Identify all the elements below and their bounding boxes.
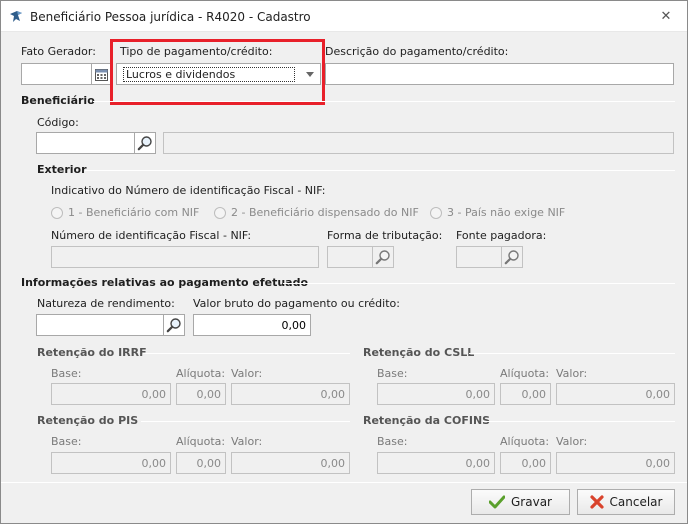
window-title: Beneficiário Pessoa jurídica - R4020 - C… [30, 10, 311, 24]
close-icon[interactable]: ✕ [656, 8, 676, 26]
natureza-search-button[interactable] [163, 314, 185, 336]
divider [483, 421, 675, 422]
forma-tributacao-search-button [372, 246, 394, 268]
pis-aliquota-label: Alíquota: [176, 435, 226, 448]
save-button-label: Gravar [511, 495, 552, 509]
search-icon [166, 318, 181, 333]
radio-nif-2[interactable]: 2 - Beneficiário dispensado do NIF [214, 206, 419, 219]
radio-circle[interactable] [214, 206, 226, 219]
divider [93, 101, 675, 102]
divider [85, 170, 675, 171]
nif-label: Número de identificação Fiscal - NIF: [51, 229, 252, 242]
divider [469, 353, 675, 354]
cofins-aliquota-label: Alíquota: [500, 435, 550, 448]
divider [143, 353, 350, 354]
cofins-base-input [377, 452, 495, 474]
calendar-button[interactable] [91, 63, 111, 85]
pagamento-section-title: Informações relativas ao pagamento efetu… [21, 276, 309, 289]
cancel-button-label: Cancelar [609, 495, 663, 509]
radio-circle[interactable] [430, 206, 442, 219]
irrf-valor-input [231, 383, 350, 405]
csll-aliquota-label: Alíquota: [500, 367, 550, 380]
save-button[interactable]: Gravar [471, 489, 570, 515]
beneficiario-section-title: Beneficiário [21, 94, 95, 107]
natureza-label: Natureza de rendimento: [37, 297, 175, 310]
pis-valor-label: Valor: [231, 435, 263, 448]
close-icon [589, 495, 604, 509]
title-bar: Beneficiário Pessoa jurídica - R4020 - C… [1, 1, 687, 32]
exterior-section-title: Exterior [37, 163, 87, 176]
fato-gerador-label: Fato Gerador: [21, 45, 96, 58]
codigo-search-button[interactable] [134, 132, 156, 154]
search-icon [504, 250, 519, 265]
forma-tributacao-label: Forma de tributação: [327, 229, 443, 242]
valor-bruto-input[interactable] [193, 314, 311, 336]
descricao-label: Descrição do pagamento/crédito: [325, 45, 509, 58]
irrf-section-title: Retenção do IRRF [37, 346, 147, 359]
radio-circle[interactable] [51, 206, 63, 219]
cofins-valor-input [556, 452, 675, 474]
nif-input [51, 246, 319, 268]
nif-indicativo-label: Indicativo do Número de identificação Fi… [51, 184, 326, 197]
radio-label: 1 - Beneficiário com NIF [68, 206, 200, 219]
search-icon [137, 136, 152, 151]
csll-valor-label: Valor: [556, 367, 588, 380]
divider [283, 283, 675, 284]
checkmark-icon [489, 495, 505, 509]
irrf-base-label: Base: [51, 367, 82, 380]
dialog-window: Beneficiário Pessoa jurídica - R4020 - C… [0, 0, 688, 524]
csll-base-input [377, 383, 495, 405]
codigo-input[interactable] [36, 132, 136, 154]
cofins-base-label: Base: [377, 435, 408, 448]
csll-section-title: Retenção do CSLL [363, 346, 475, 359]
pis-valor-input [231, 452, 350, 474]
search-icon [375, 250, 390, 265]
radio-label: 3 - País não exige NIF [447, 206, 566, 219]
cofins-section-title: Retenção da COFINS [363, 414, 491, 427]
natureza-input[interactable] [36, 314, 165, 336]
radio-nif-3[interactable]: 3 - País não exige NIF [430, 206, 565, 219]
fonte-pagadora-label: Fonte pagadora: [456, 229, 547, 242]
irrf-base-input [51, 383, 171, 405]
csll-valor-input [556, 383, 675, 405]
pis-base-input [51, 452, 171, 474]
radio-label: 2 - Beneficiário dispensado do NIF [231, 206, 419, 219]
beneficiario-nome-field [163, 132, 674, 154]
app-logo-icon [10, 11, 22, 22]
fonte-pagadora-input [456, 246, 503, 268]
valor-bruto-label: Valor bruto do pagamento ou crédito: [193, 297, 400, 310]
csll-base-label: Base: [377, 367, 408, 380]
forma-tributacao-input [327, 246, 374, 268]
footer-divider [1, 482, 687, 483]
fonte-pagadora-search-button [501, 246, 523, 268]
divider [141, 421, 350, 422]
cancel-button[interactable]: Cancelar [577, 489, 675, 515]
irrf-aliquota-input [176, 383, 226, 405]
pis-base-label: Base: [51, 435, 82, 448]
calendar-icon [94, 68, 108, 81]
radio-nif-1[interactable]: 1 - Beneficiário com NIF [51, 206, 199, 219]
csll-aliquota-input [500, 383, 551, 405]
irrf-aliquota-label: Alíquota: [176, 367, 226, 380]
irrf-valor-label: Valor: [231, 367, 263, 380]
descricao-input[interactable] [325, 63, 674, 85]
pis-aliquota-input [176, 452, 226, 474]
pis-section-title: Retenção do PIS [37, 414, 139, 427]
highlight-box [110, 39, 325, 105]
cofins-valor-label: Valor: [556, 435, 588, 448]
codigo-label: Código: [37, 116, 79, 129]
cofins-aliquota-input [500, 452, 551, 474]
fato-gerador-input[interactable] [21, 63, 93, 85]
